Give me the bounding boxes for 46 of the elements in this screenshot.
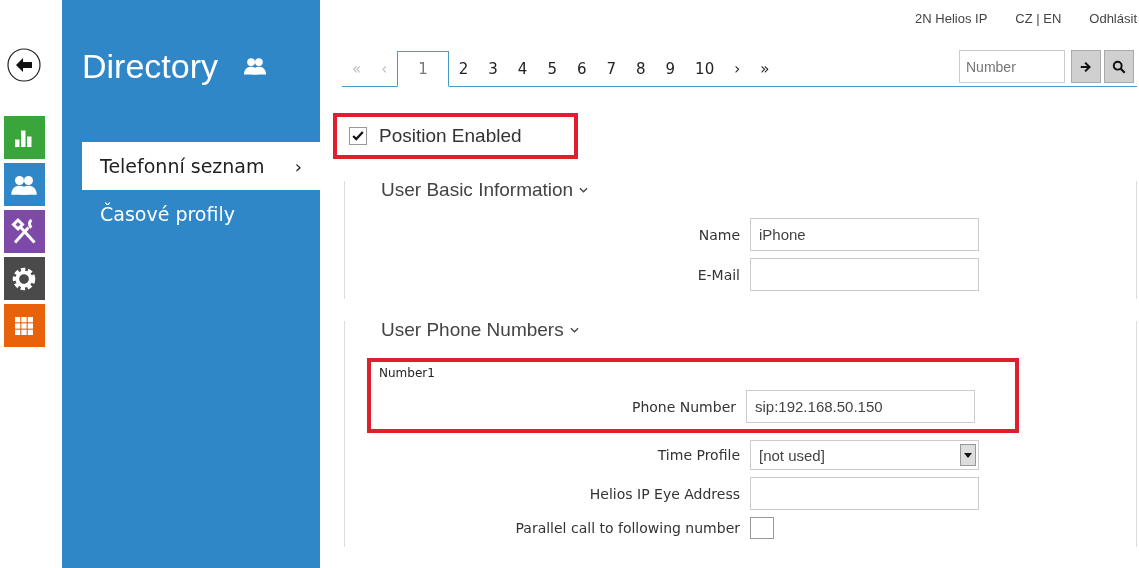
sidebar-item[interactable]: Časové profily [82,190,320,238]
field-label: Parallel call to following number [514,520,740,536]
field-label: Time Profile [656,447,740,463]
bar-chart-icon[interactable] [3,116,45,159]
checkbox[interactable] [349,127,367,145]
checkbox[interactable] [750,517,774,539]
next-page-link[interactable]: › [724,52,751,86]
settings-icon[interactable] [3,257,45,300]
tools-icon[interactable] [3,210,45,253]
page-tab[interactable]: 4 [507,52,538,86]
chevron-down-icon[interactable] [569,327,579,333]
checkbox-label: Position Enabled [379,125,522,147]
panel-title: Directory [82,46,219,86]
dropdown-field[interactable]: [not used] [750,440,979,470]
search-button[interactable] [1104,50,1134,83]
go-button[interactable] [1071,50,1101,83]
field-label: Helios IP Eye Address [588,485,740,502]
page-tab[interactable]: 7 [596,52,626,86]
page-tab[interactable]: 9 [655,52,686,86]
chevron-down-icon[interactable] [579,187,589,193]
page-tab[interactable]: 1 [397,51,449,87]
page-tab[interactable]: 10 [685,52,725,86]
text-field[interactable] [750,477,979,510]
text-field[interactable] [750,258,979,291]
page-tab[interactable]: 5 [537,52,567,86]
search-icon [1112,59,1126,74]
last-page-link[interactable]: » [750,52,780,86]
text-field[interactable]: iPhone [750,218,979,251]
users-icon[interactable] [3,163,45,206]
header-link[interactable]: 2N Helios IP [915,10,988,26]
page-tab[interactable]: 2 [448,52,479,86]
number-field[interactable]: Number [959,50,1065,83]
text-field[interactable]: sip:192.168.50.150 [746,390,975,423]
field-label: Name [697,226,740,243]
field-label: Phone Number [630,398,736,415]
field-label: E-Mail [696,266,740,283]
sidebar-item[interactable]: Telefonní seznam › [82,142,320,190]
header-link[interactable]: Odhlásit [1089,10,1137,26]
page-tab[interactable]: 3 [478,52,508,86]
page-tab[interactable]: 8 [626,52,656,86]
section-heading[interactable]: User Basic Information [381,179,574,201]
section-heading[interactable]: User Phone Numbers [381,319,564,341]
arrow-right-icon [1079,59,1093,74]
group-title: Number1 [379,366,436,380]
page-tab[interactable]: 6 [566,52,597,86]
header-link[interactable]: CZ | EN [1015,10,1062,26]
